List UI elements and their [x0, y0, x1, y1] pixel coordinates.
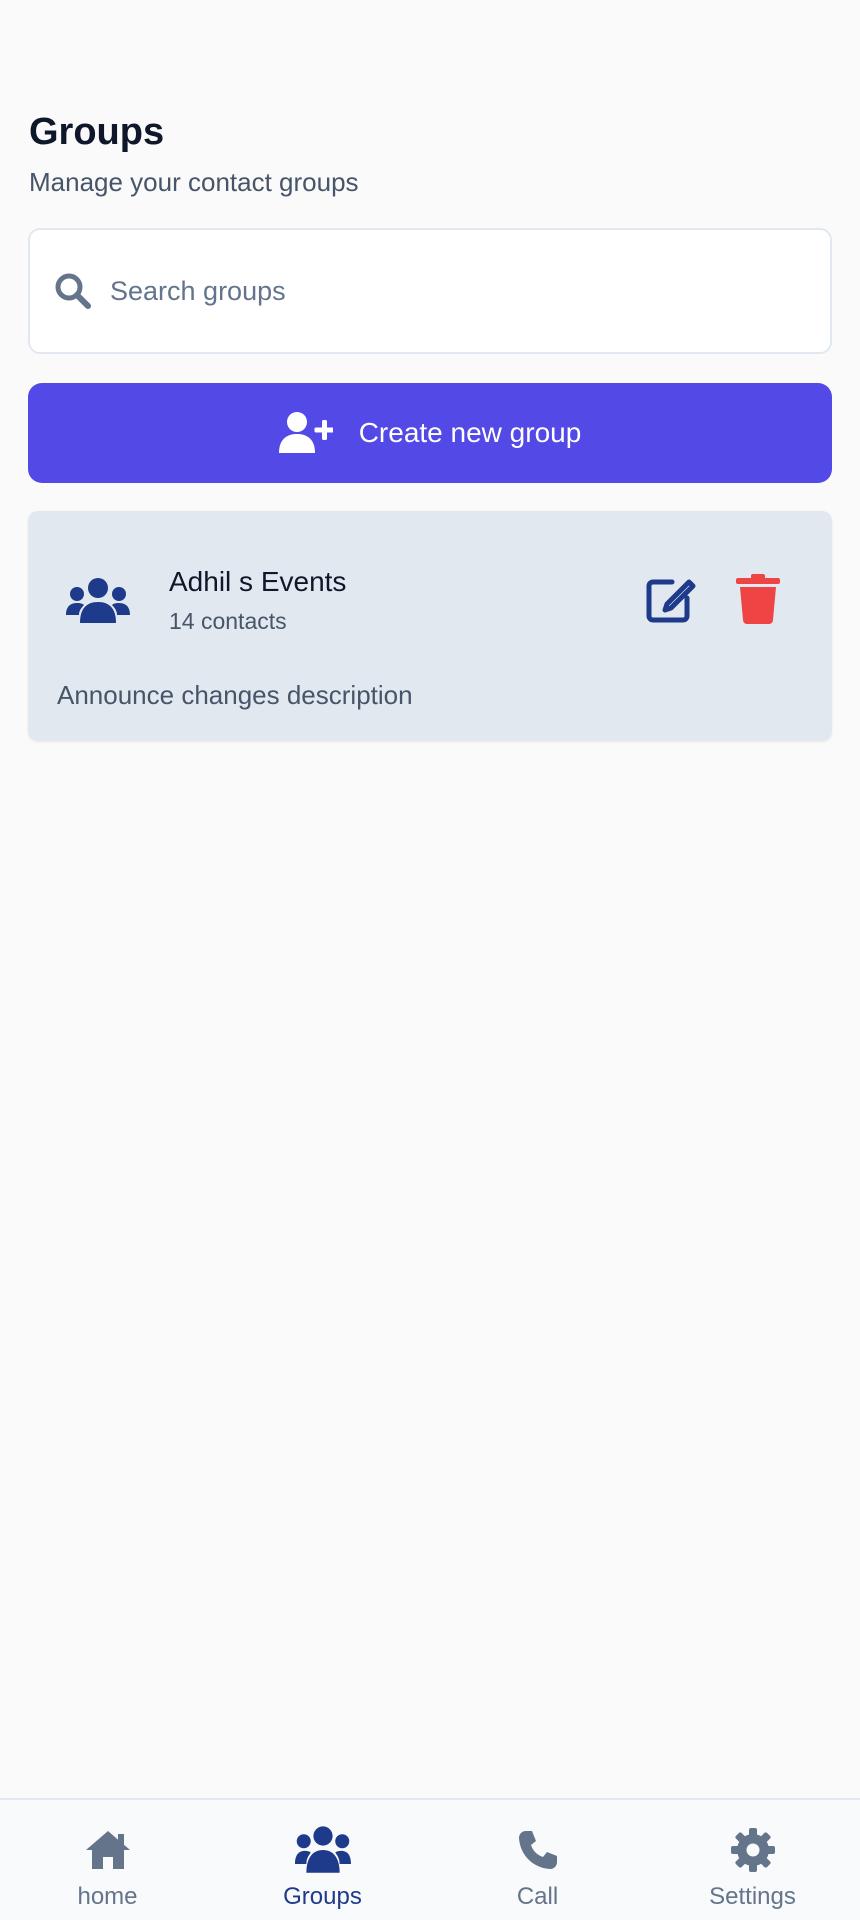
bottom-nav: home Groups Call Settings: [0, 1798, 860, 1920]
page-title: Groups: [29, 111, 165, 153]
groups-screen: Groups Manage your contact groups Create…: [0, 0, 860, 1920]
phone-icon: [430, 1826, 645, 1874]
nav-label-call: Call: [516, 1883, 559, 1910]
nav-item-settings[interactable]: Settings: [645, 1800, 860, 1920]
group-card[interactable]: Adhil s Events 14 contacts Announce chan…: [28, 511, 832, 741]
user-plus-icon: [278, 411, 333, 455]
create-group-label: Create new group: [358, 417, 582, 448]
nav-item-call[interactable]: Call: [430, 1800, 645, 1920]
nav-label-home: home: [77, 1883, 138, 1910]
group-description: Announce changes description: [57, 680, 413, 710]
nav-item-groups[interactable]: Groups: [215, 1800, 430, 1920]
home-icon: [0, 1826, 215, 1874]
edit-icon[interactable]: [644, 573, 700, 625]
trash-icon[interactable]: [736, 573, 780, 625]
search-icon: [52, 270, 94, 312]
nav-item-home[interactable]: home: [0, 1800, 215, 1920]
nav-label-groups: Groups: [283, 1883, 362, 1910]
nav-label-settings: Settings: [709, 1883, 796, 1910]
search-input[interactable]: [110, 261, 830, 321]
create-group-button[interactable]: Create new group: [28, 383, 832, 483]
users-icon: [66, 577, 130, 625]
gear-icon: [645, 1826, 860, 1874]
page-header: Groups Manage your contact groups: [29, 108, 359, 198]
search-bar[interactable]: [28, 228, 832, 354]
page-subtitle: Manage your contact groups: [29, 167, 359, 197]
group-contact-count: 14 contacts: [169, 608, 287, 634]
group-name: Adhil s Events: [169, 566, 347, 597]
users-icon: [215, 1826, 430, 1874]
